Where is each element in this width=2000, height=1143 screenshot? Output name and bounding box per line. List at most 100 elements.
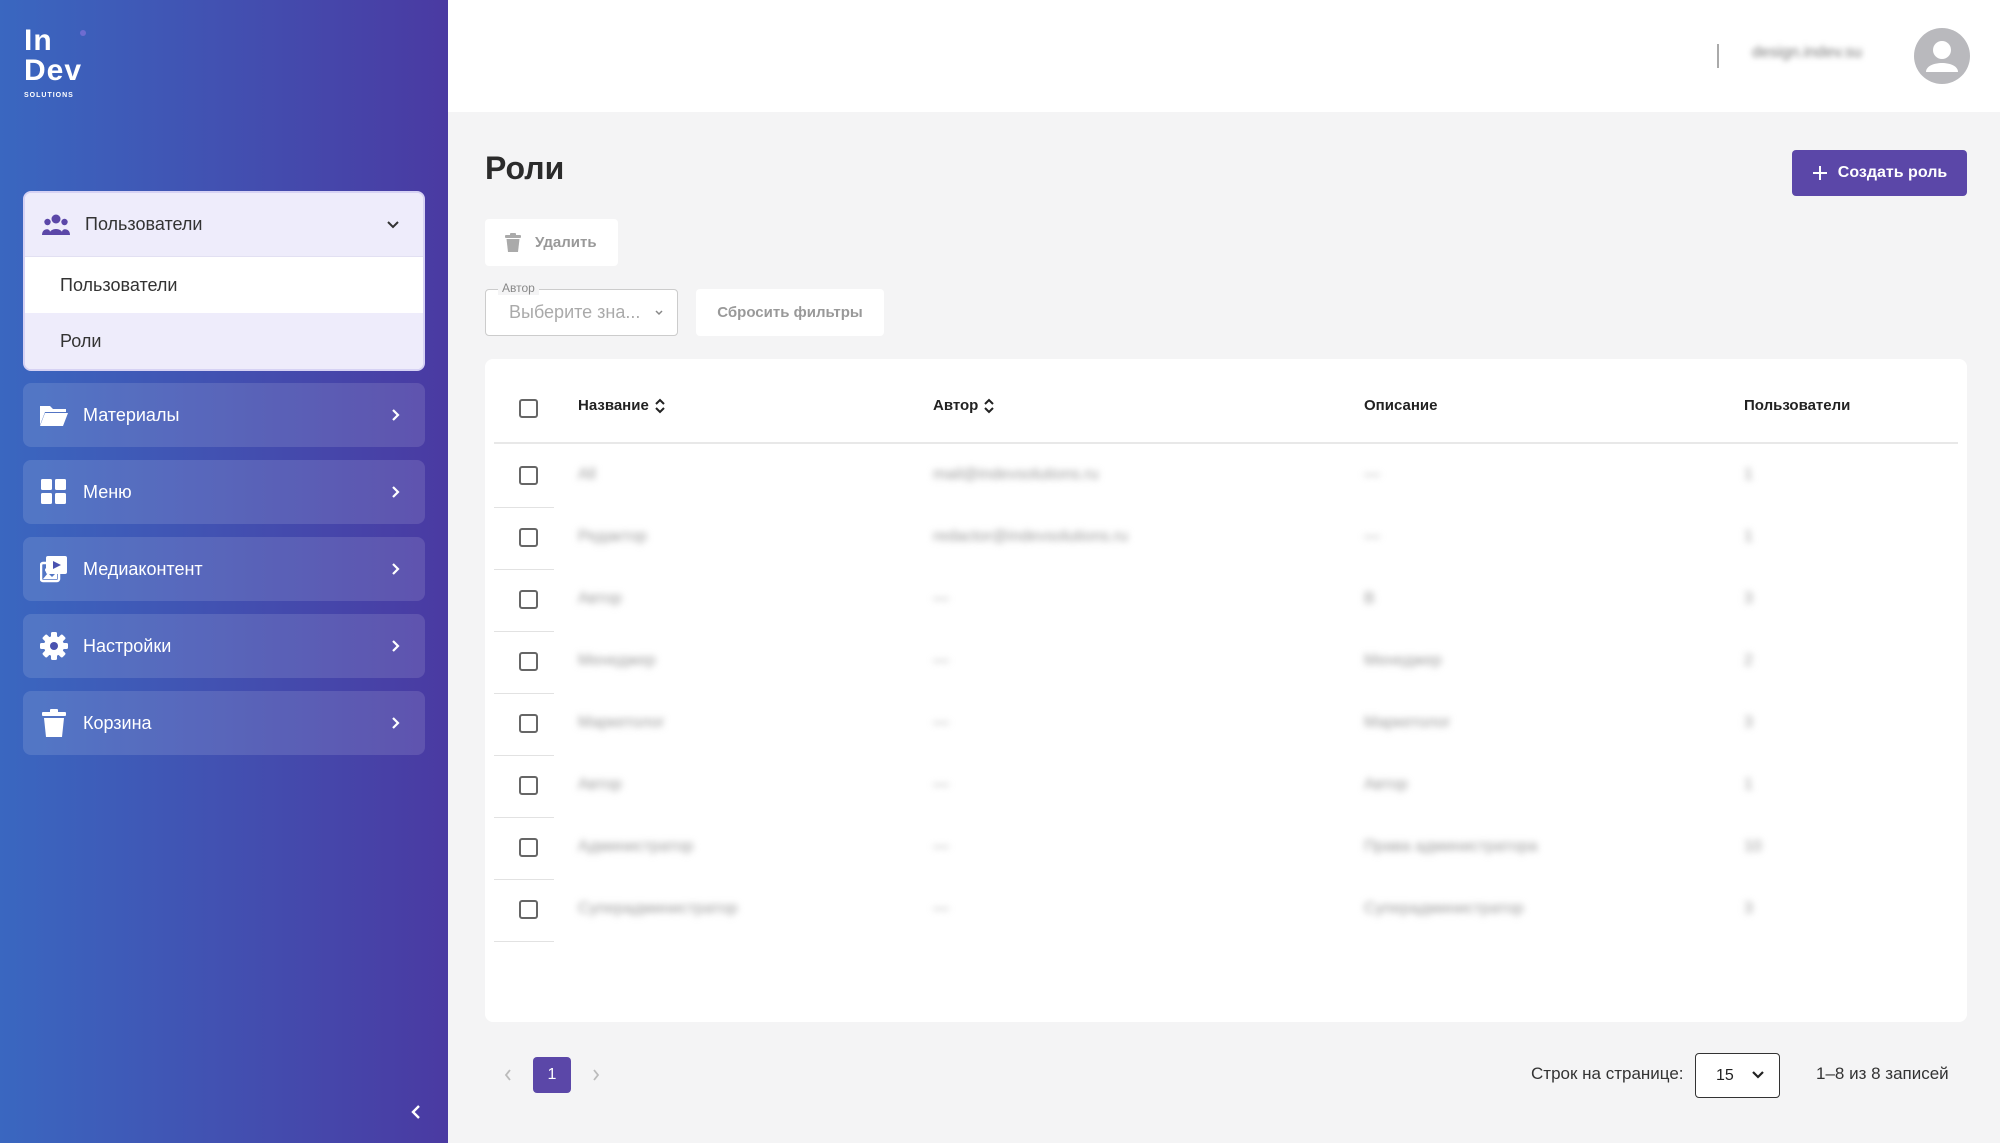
cell-author: — [933, 900, 949, 917]
cell-description: Суперадминистратор [1364, 900, 1524, 917]
nav-item-settings-label: Настройки [83, 635, 172, 656]
cell-description: Маркетолог [1364, 714, 1451, 731]
cell-users: 1 [1744, 466, 1753, 483]
row-checkbox[interactable] [519, 652, 538, 671]
row-checkbox[interactable] [519, 466, 538, 485]
table-row[interactable]: Автор — В 3 [494, 570, 1958, 632]
nav-subitem-users[interactable]: Пользователи [25, 257, 423, 313]
cell-author: — [933, 714, 949, 731]
media-icon [39, 554, 69, 584]
chevron-down-icon [381, 213, 405, 237]
nav-item-trash[interactable]: Корзина [23, 691, 425, 755]
cell-users: 1 [1744, 528, 1753, 545]
nav-subitem-roles[interactable]: Роли [25, 313, 423, 369]
create-role-button[interactable]: Создать роль [1792, 150, 1967, 196]
page-title: Роли [485, 150, 565, 186]
cell-author: — [933, 590, 949, 607]
cell-users: 10 [1744, 838, 1762, 855]
grid-icon [39, 477, 69, 507]
row-checkbox[interactable] [519, 838, 538, 857]
table-row[interactable]: Суперадминистратор — Суперадминистратор … [494, 880, 1958, 942]
column-header-name-label: Название [578, 397, 649, 414]
row-checkbox[interactable] [519, 528, 538, 547]
cell-users: 3 [1744, 590, 1753, 607]
cell-description: — [1364, 528, 1380, 545]
avatar-icon [1926, 41, 1958, 72]
cell-users: 2 [1744, 652, 1753, 669]
create-role-label: Создать роль [1837, 164, 1948, 181]
row-checkbox[interactable] [519, 714, 538, 733]
column-header-description: Описание [1364, 397, 1438, 414]
select-all-checkbox[interactable] [519, 399, 538, 418]
pagination-prev-button[interactable] [492, 1057, 524, 1093]
table-header: Название Автор Описание Пользователи [494, 359, 1958, 444]
column-header-author-label: Автор [933, 397, 979, 414]
pagination-page-1[interactable]: 1 [533, 1057, 571, 1093]
column-header-author[interactable]: Автор [933, 397, 995, 414]
nav-group-users-header[interactable]: Пользователи [25, 193, 423, 257]
nav-item-materials[interactable]: Материалы [23, 383, 425, 447]
cell-description: В [1364, 590, 1375, 607]
logo-line-3: SOLUTIONS [24, 92, 74, 99]
logo-dot [80, 30, 86, 36]
chevron-left-icon [504, 1069, 511, 1081]
table-row[interactable]: Редактор redactor@indevsolutions.ru — 1 [494, 508, 1958, 570]
pagination-next-button[interactable] [580, 1057, 612, 1093]
table-row[interactable]: Автор — Автор 1 [494, 756, 1958, 818]
chevron-down-icon [1751, 1068, 1765, 1087]
cell-name: Менеджер [578, 652, 656, 669]
cell-description: Права администратора [1364, 838, 1538, 855]
row-checkbox[interactable] [519, 776, 538, 795]
chevron-left-icon [411, 1105, 420, 1119]
cell-name: Редактор [578, 528, 647, 545]
chevron-right-icon [383, 403, 407, 427]
nav-group-users: Пользователи Пользователи Роли [23, 191, 425, 371]
nav-item-menu-label: Меню [83, 481, 132, 502]
rows-per-page-value: 15 [1716, 1066, 1734, 1084]
chevron-right-icon [593, 1069, 600, 1081]
author-filter-select[interactable]: Автор Выберите зна... [485, 281, 678, 336]
table-row[interactable]: All mail@indevsolutions.ru — 1 [494, 446, 1958, 508]
plus-icon [1812, 166, 1827, 180]
table-row[interactable]: Маркетолог — Маркетолог 3 [494, 694, 1958, 756]
cell-author: — [933, 838, 949, 855]
cell-author: — [933, 652, 949, 669]
cell-author: mail@indevsolutions.ru [933, 466, 1099, 483]
logo-line-2: Dev [24, 54, 83, 87]
table-row[interactable]: Менеджер — Менеджер 2 [494, 632, 1958, 694]
table-row[interactable]: Администратор — Права администратора 10 [494, 818, 1958, 880]
sort-icon [655, 398, 665, 413]
trash-icon [39, 708, 69, 738]
roles-table: Название Автор Описание Пользователи All… [485, 359, 1967, 1022]
column-header-name[interactable]: Название [578, 397, 665, 414]
cell-name: Автор [578, 776, 622, 793]
row-divider [494, 941, 554, 942]
chevron-right-icon [383, 480, 407, 504]
nav-item-materials-label: Материалы [83, 404, 180, 425]
cell-users: 3 [1744, 900, 1753, 917]
row-checkbox[interactable] [519, 900, 538, 919]
nav-item-trash-label: Корзина [83, 712, 152, 733]
sidebar: In Dev SOLUTIONS Пользователи Пользовате… [0, 0, 448, 1143]
cell-author: — [933, 776, 949, 793]
cell-description: Менеджер [1364, 652, 1442, 669]
chevron-down-icon [653, 306, 665, 324]
cell-description: — [1364, 466, 1380, 483]
nav-item-menu[interactable]: Меню [23, 460, 425, 524]
reset-filters-button[interactable]: Сбросить фильтры [696, 289, 884, 336]
rows-per-page-select[interactable]: 15 [1695, 1053, 1780, 1098]
users-icon [41, 210, 71, 240]
header-username[interactable]: design.indev.su [1752, 44, 1894, 68]
row-checkbox[interactable] [519, 590, 538, 609]
delete-label: Удалить [535, 234, 597, 251]
nav-item-media[interactable]: Медиаконтент [23, 537, 425, 601]
delete-button[interactable]: Удалить [485, 219, 618, 266]
brand-logo[interactable]: In Dev SOLUTIONS [24, 26, 94, 99]
gear-icon [39, 631, 69, 661]
nav-item-settings[interactable]: Настройки [23, 614, 425, 678]
chevron-right-icon [383, 634, 407, 658]
cell-author: redactor@indevsolutions.ru [933, 528, 1129, 545]
user-avatar[interactable] [1914, 28, 1970, 84]
folder-icon [39, 400, 69, 430]
sidebar-collapse-button[interactable] [404, 1100, 428, 1124]
